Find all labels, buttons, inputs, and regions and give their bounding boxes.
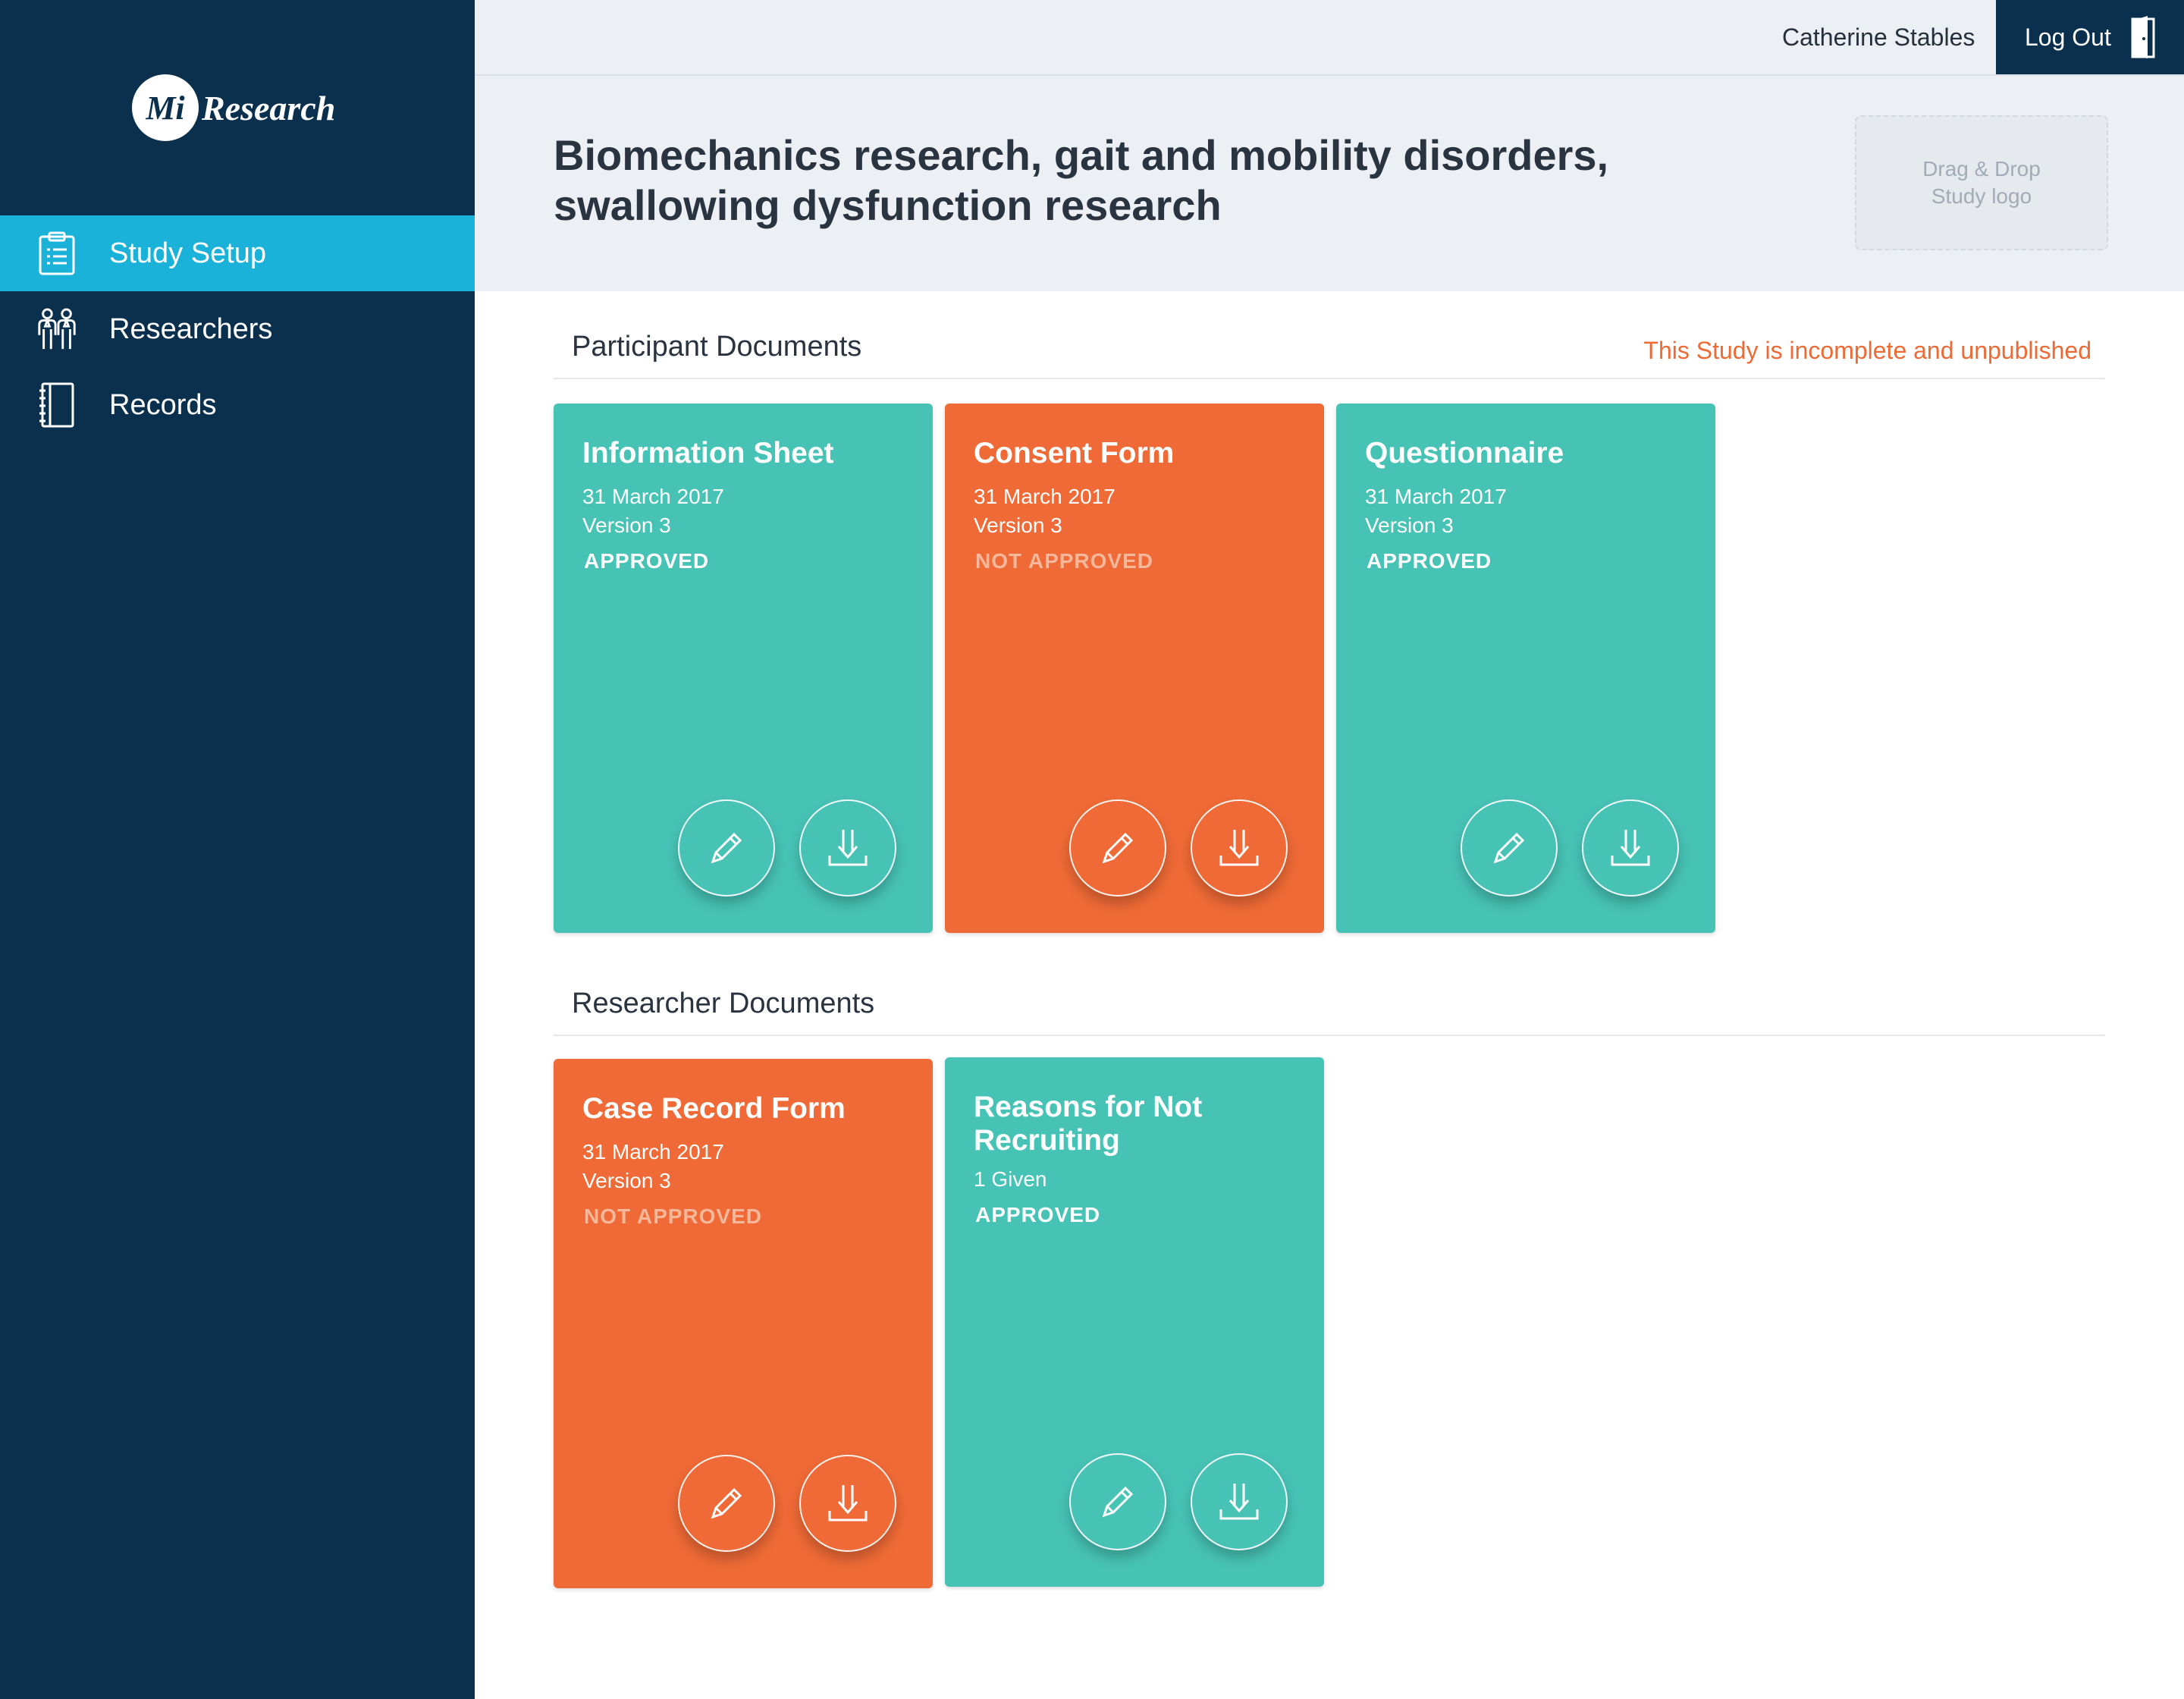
user-name[interactable]: Catherine Stables xyxy=(1782,0,1975,74)
card-version: Version 3 xyxy=(582,513,671,537)
sidebar-item-researchers[interactable]: Researchers xyxy=(0,291,475,367)
logout-button[interactable]: Log Out xyxy=(1996,0,2184,74)
sidebar-item-label: Researchers xyxy=(109,312,273,345)
study-logo-dropzone[interactable]: Drag & Drop Study logo xyxy=(1855,115,2108,250)
sidebar-item-label: Records xyxy=(109,388,217,421)
edit-button[interactable] xyxy=(1461,799,1558,897)
researcher-documents-header: Researcher Documents xyxy=(554,974,2105,1036)
download-button[interactable] xyxy=(799,799,896,897)
pencil-icon xyxy=(711,832,742,864)
dropzone-text-line2: Study logo xyxy=(1931,184,2032,208)
page-title-line1: Biomechanics research, gait and mobility… xyxy=(554,131,1609,179)
study-header: Biomechanics research, gait and mobility… xyxy=(475,76,2184,291)
sidebar: Mi Research Study Setup Researchers Reco… xyxy=(0,0,475,1699)
card-date: 31 March 2017 xyxy=(582,485,724,508)
edit-button[interactable] xyxy=(1069,1453,1166,1550)
document-card-questionnaire[interactable]: Questionnaire 31 March 2017 Version 3 AP… xyxy=(1336,404,1715,933)
logout-label: Log Out xyxy=(2025,23,2111,51)
section-title: Researcher Documents xyxy=(572,988,875,1019)
card-title: Reasons for Not Recruiting xyxy=(974,1091,1300,1157)
card-detail: 1 Given xyxy=(974,1167,1047,1191)
sidebar-item-records[interactable]: Records xyxy=(0,367,475,443)
card-title-line1: Reasons for Not xyxy=(974,1091,1203,1123)
door-icon xyxy=(2131,16,2155,58)
download-icon xyxy=(1219,1484,1259,1520)
app-logo[interactable]: Mi Research xyxy=(132,74,335,141)
researchers-icon xyxy=(35,305,79,353)
download-icon xyxy=(1219,830,1259,866)
download-button[interactable] xyxy=(1191,799,1288,897)
document-card-reasons-for-not-recruiting[interactable]: Reasons for Not Recruiting 1 Given APPRO… xyxy=(945,1057,1324,1587)
download-icon xyxy=(828,1485,868,1522)
document-card-consent-form[interactable]: Consent Form 31 March 2017 Version 3 NOT… xyxy=(945,404,1324,933)
card-version: Version 3 xyxy=(1365,513,1454,537)
pencil-icon xyxy=(1493,832,1525,864)
card-title: Case Record Form xyxy=(582,1092,846,1125)
card-version: Version 3 xyxy=(582,1169,671,1192)
sidebar-item-label: Study Setup xyxy=(109,237,267,269)
section-title: Participant Documents xyxy=(572,331,862,363)
page-title-line2: swallowing dysfunction research xyxy=(554,181,1222,229)
download-icon xyxy=(1611,830,1650,866)
participant-documents-header: Participant Documents This Study is inco… xyxy=(554,317,2105,379)
card-date: 31 March 2017 xyxy=(1365,485,1507,508)
card-version: Version 3 xyxy=(974,513,1062,537)
status-badge: APPROVED xyxy=(1367,549,1492,573)
card-title-line2: Recruiting xyxy=(974,1124,1120,1157)
status-badge: NOT APPROVED xyxy=(975,549,1153,573)
pencil-icon xyxy=(1102,1486,1134,1518)
pencil-icon xyxy=(711,1487,742,1519)
edit-button[interactable] xyxy=(678,1455,775,1552)
top-bar: Catherine Stables Log Out xyxy=(475,0,2184,76)
document-card-information-sheet[interactable]: Information Sheet 31 March 2017 Version … xyxy=(554,404,933,933)
edit-button[interactable] xyxy=(1069,799,1166,897)
download-button[interactable] xyxy=(1191,1453,1288,1550)
download-icon xyxy=(828,830,868,866)
card-title: Questionnaire xyxy=(1365,437,1564,470)
clipboard-icon xyxy=(35,229,79,278)
pencil-icon xyxy=(1102,832,1134,864)
page-title: Biomechanics research, gait and mobility… xyxy=(554,130,1661,231)
card-date: 31 March 2017 xyxy=(582,1140,724,1164)
status-badge: NOT APPROVED xyxy=(584,1204,762,1228)
logo-text: Research xyxy=(202,88,336,127)
notebook-icon xyxy=(35,381,79,429)
status-badge: APPROVED xyxy=(584,549,710,573)
card-title: Consent Form xyxy=(974,437,1175,470)
logo-badge: Mi xyxy=(132,74,199,141)
sidebar-nav: Study Setup Researchers Records xyxy=(0,215,475,443)
document-card-case-record-form[interactable]: Case Record Form 31 March 2017 Version 3… xyxy=(554,1059,933,1588)
download-button[interactable] xyxy=(799,1455,896,1552)
dropzone-text-line1: Drag & Drop xyxy=(1922,157,2041,181)
edit-button[interactable] xyxy=(678,799,775,897)
download-button[interactable] xyxy=(1582,799,1679,897)
study-status-warning: This Study is incomplete and unpublished xyxy=(1643,337,2091,364)
card-title: Information Sheet xyxy=(582,437,834,470)
card-date: 31 March 2017 xyxy=(974,485,1116,508)
sidebar-item-study-setup[interactable]: Study Setup xyxy=(0,215,475,291)
status-badge: APPROVED xyxy=(975,1203,1101,1226)
